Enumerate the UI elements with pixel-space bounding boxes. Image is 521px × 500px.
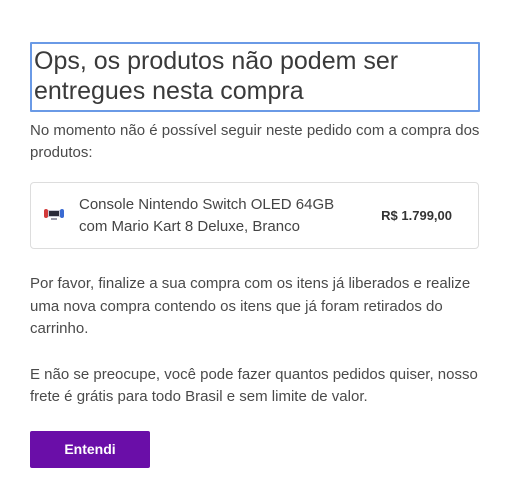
reassurance-text: E não se preocupe, você pode fazer quant… [30, 365, 478, 406]
console-product-thumbnail-icon [43, 201, 65, 223]
product-price: R$ 1.799,00 [381, 208, 452, 223]
dialog-title: Ops, os produtos não podem ser entregues… [30, 42, 480, 112]
instructions-text: Por favor, finalize a sua compra com os … [30, 275, 471, 337]
unavailable-products-dialog: Ops, os produtos não podem ser entregues… [30, 42, 480, 468]
product-name: Console Nintendo Switch OLED 64GB com Ma… [79, 195, 335, 235]
intro-text: No momento não é possível seguir neste p… [30, 122, 480, 161]
product-card: Console Nintendo Switch OLED 64GB com Ma… [30, 182, 479, 249]
understood-button[interactable]: Entendi [30, 430, 150, 468]
